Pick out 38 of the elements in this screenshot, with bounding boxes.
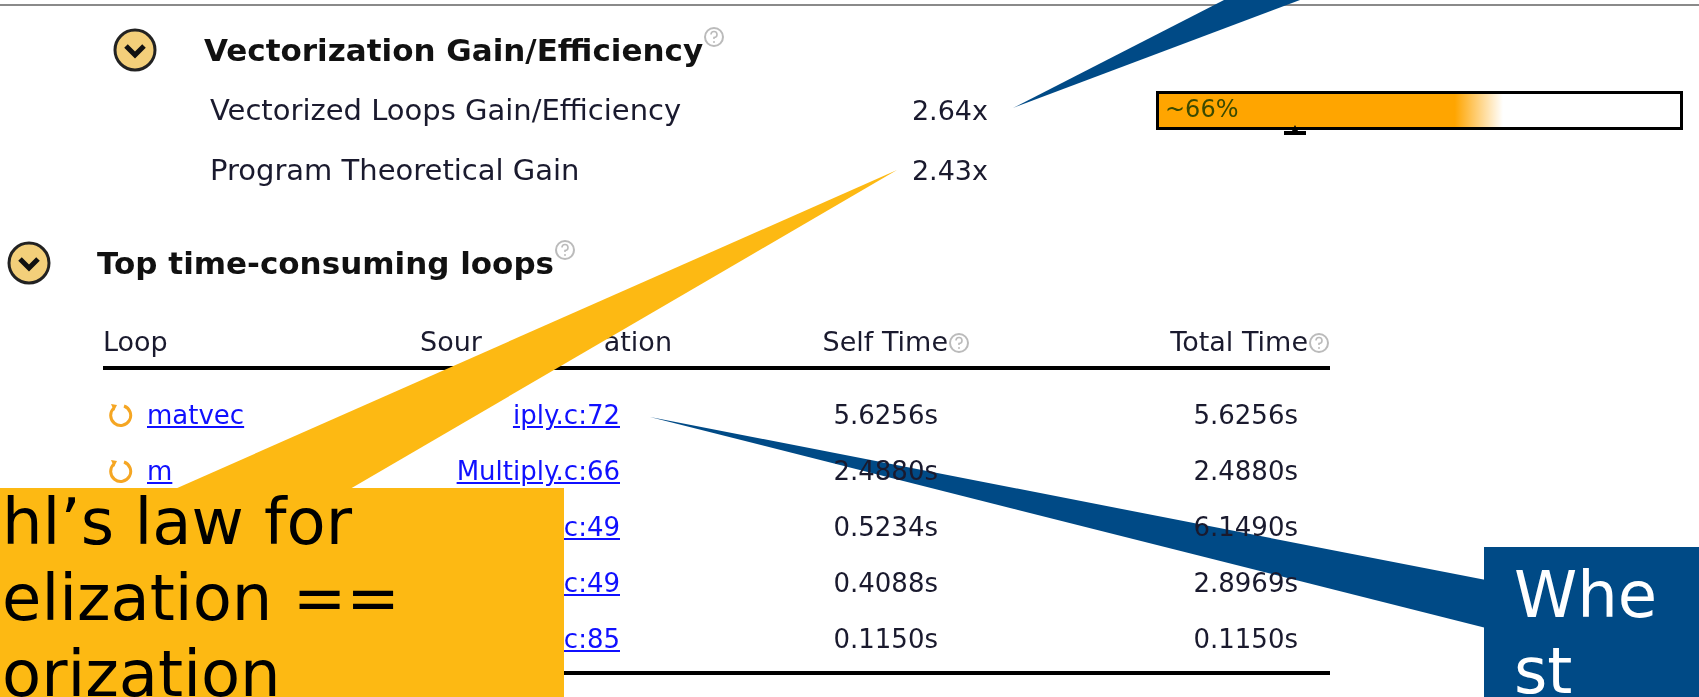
efficiency-label: ~66% bbox=[1165, 94, 1239, 123]
total-time-cell: 2.8969s bbox=[1193, 568, 1298, 598]
total-time-cell: 2.4880s bbox=[1193, 456, 1298, 486]
self-time-cell: 0.5234s bbox=[833, 512, 938, 542]
total-time-cell: 5.6256s bbox=[1193, 400, 1298, 430]
section-title: Top time-consuming loops bbox=[97, 245, 555, 281]
column-header[interactable]: Total Time bbox=[1170, 325, 1308, 357]
self-time-cell: 0.4088s bbox=[833, 568, 938, 598]
help-icon[interactable] bbox=[554, 239, 577, 261]
section-title: Vectorization Gain/Efficiency bbox=[204, 32, 704, 68]
source-link[interactable]: c:49 bbox=[563, 568, 620, 598]
callout-text: hl’s law for elization == orization bbox=[1, 488, 401, 697]
column-header[interactable]: Sour bbox=[420, 325, 482, 357]
source-link[interactable]: Multiply.c:66 bbox=[456, 456, 620, 486]
help-icon[interactable] bbox=[948, 331, 970, 354]
help-icon[interactable] bbox=[703, 26, 726, 48]
metric-value: 2.64x bbox=[910, 94, 988, 126]
help-icon[interactable] bbox=[1308, 331, 1330, 354]
self-time-cell: 5.6256s bbox=[833, 400, 938, 430]
loop-link[interactable]: m bbox=[147, 456, 173, 486]
metric-value: 2.43x bbox=[910, 154, 988, 186]
source-link[interactable]: c:85 bbox=[563, 624, 620, 654]
collapse-toggle-icon[interactable] bbox=[112, 27, 158, 73]
callout-text: Whe st bbox=[1513, 557, 1659, 697]
loop-link[interactable]: matvec bbox=[147, 400, 245, 430]
source-link[interactable]: iply.c:72 bbox=[512, 400, 620, 430]
collapse-toggle-icon[interactable] bbox=[6, 240, 52, 286]
source-link[interactable]: c:49 bbox=[563, 512, 620, 542]
metric-label: Program Theoretical Gain bbox=[210, 153, 581, 187]
metric-label: Vectorized Loops Gain/Efficiency bbox=[210, 93, 683, 127]
self-time-cell: 0.1150s bbox=[833, 624, 938, 654]
column-header[interactable]: ation bbox=[603, 325, 672, 357]
loop-icon bbox=[107, 458, 133, 484]
column-header[interactable]: Loop bbox=[103, 325, 168, 357]
total-time-cell: 0.1150s bbox=[1193, 624, 1298, 654]
column-header[interactable]: Self Time bbox=[822, 325, 948, 357]
total-time-cell: 6.1490s bbox=[1193, 512, 1298, 542]
loop-icon bbox=[107, 402, 133, 428]
